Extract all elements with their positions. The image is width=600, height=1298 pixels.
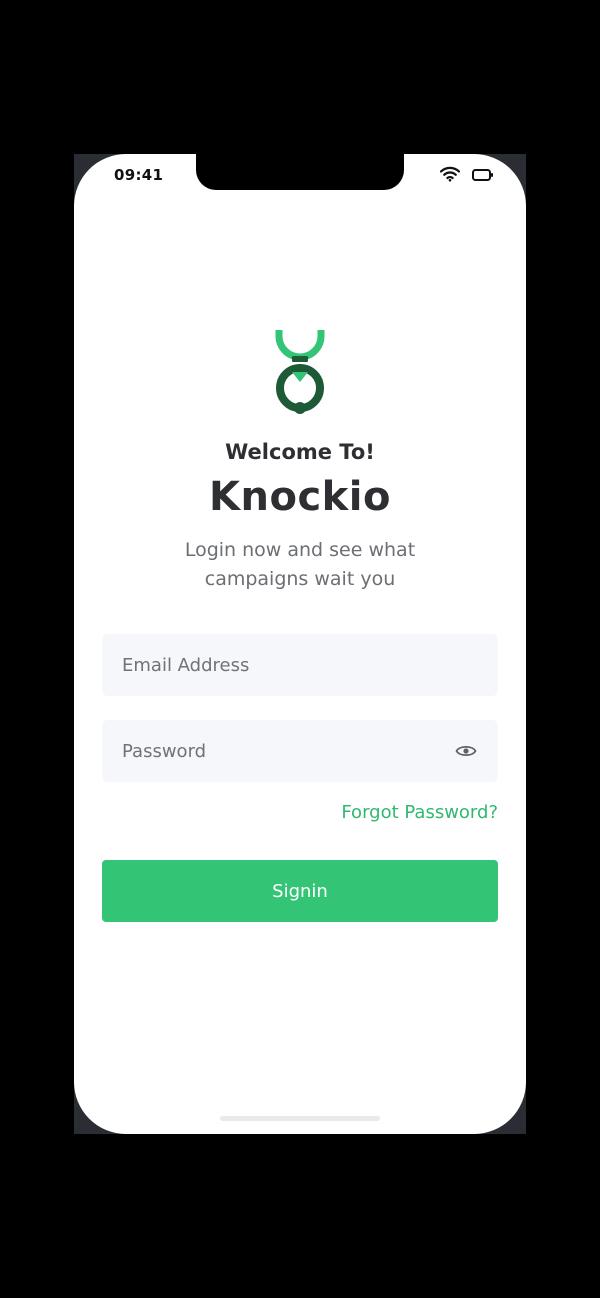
app-name-title: Knockio (209, 474, 391, 520)
eye-icon[interactable] (454, 739, 478, 763)
status-icons (439, 166, 494, 186)
home-indicator (220, 1116, 380, 1121)
welcome-heading: Welcome To! (225, 440, 375, 464)
notch (196, 154, 404, 190)
phone-screen: 09:41 Welcome To! Knockio Login now and … (74, 154, 526, 1134)
page: 09:41 Welcome To! Knockio Login now and … (0, 0, 600, 1298)
knockio-logo-icon (274, 328, 326, 420)
email-field-container (102, 634, 498, 696)
battery-icon (472, 167, 494, 186)
status-time: 09:41 (114, 166, 164, 184)
signin-button[interactable]: Signin (102, 860, 498, 922)
wifi-icon (439, 166, 461, 186)
login-subtitle: Login now and see what campaigns wait yo… (184, 539, 416, 590)
password-input[interactable] (122, 740, 454, 762)
forgot-password-link[interactable]: Forgot Password? (341, 802, 498, 823)
email-input[interactable] (122, 654, 478, 676)
password-field-container (102, 720, 498, 782)
